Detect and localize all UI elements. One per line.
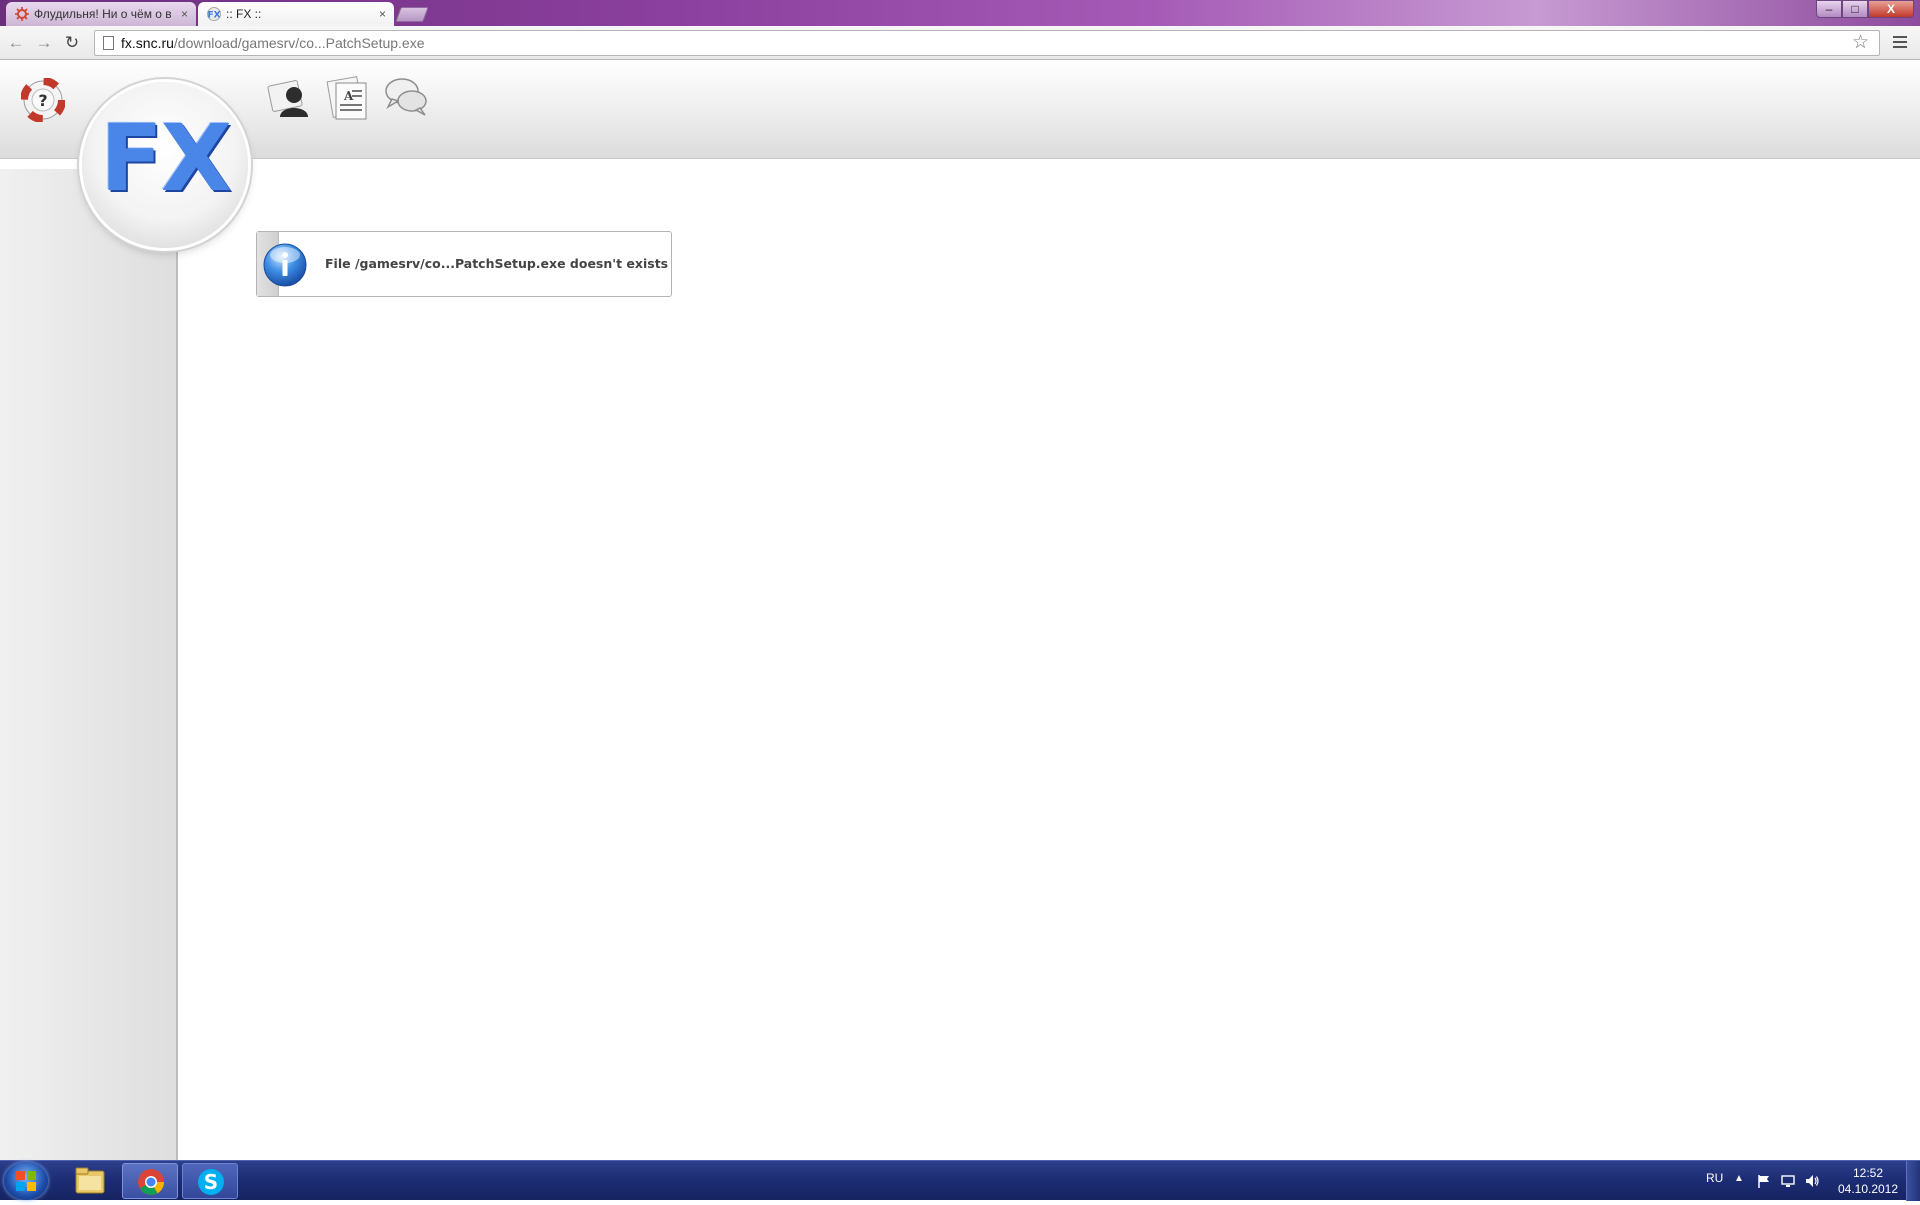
page-icon [103, 36, 114, 50]
browser-titlebar: Флудильня! Ни о чём о в × FX :: FX :: × … [0, 0, 1920, 26]
back-button[interactable]: ← [6, 33, 26, 53]
windows-start-icon[interactable] [4, 1162, 48, 1200]
tray-expand-icon[interactable]: ▲ [1734, 1173, 1750, 1189]
svg-text:S: S [204, 1170, 218, 1194]
minimize-button[interactable]: – [1816, 0, 1842, 18]
maximize-button[interactable]: □ [1842, 0, 1868, 18]
svg-text:?: ? [38, 91, 47, 110]
logo-text: FX [100, 105, 232, 212]
chat-icon[interactable] [382, 73, 430, 121]
address-bar[interactable]: fx.snc.ru/download/gamesrv/co...PatchSet… [94, 30, 1880, 56]
skype-icon[interactable]: S [182, 1163, 238, 1199]
gear-favicon-icon [15, 7, 29, 21]
error-message-box: File /gamesrv/co...PatchSetup.exe doesn'… [256, 231, 672, 297]
tab-close-icon[interactable]: × [181, 2, 188, 26]
error-message-text: File /gamesrv/co...PatchSetup.exe doesn'… [325, 256, 669, 271]
url-text[interactable]: fx.snc.ru/download/gamesrv/co...PatchSet… [121, 31, 425, 55]
network-icon[interactable] [1780, 1173, 1796, 1189]
tab-close-icon[interactable]: × [379, 2, 386, 26]
fx-favicon-icon: FX [207, 7, 221, 21]
info-icon [263, 243, 307, 287]
explorer-icon[interactable] [62, 1163, 118, 1199]
browser-toolbar: ← → ↻ fx.snc.ru/download/gamesrv/co...Pa… [0, 26, 1920, 60]
profile-icon[interactable] [266, 73, 314, 121]
tab-fx[interactable]: FX :: FX :: × [198, 2, 394, 26]
volume-icon[interactable] [1804, 1173, 1820, 1189]
tab-fludilnya[interactable]: Флудильня! Ни о чём о в × [6, 2, 196, 26]
left-sidebar [0, 169, 178, 1160]
news-icon[interactable]: A [324, 73, 372, 121]
svg-text:FX: FX [207, 11, 220, 21]
system-clock[interactable]: 12:52 04.10.2012 [1832, 1165, 1904, 1197]
new-tab-button[interactable] [395, 7, 429, 22]
tab-title: Флудильня! Ни о чём о в [34, 7, 172, 21]
action-center-flag-icon[interactable] [1756, 1173, 1772, 1189]
help-lifebuoy-icon[interactable]: ? [21, 78, 65, 122]
show-desktop-button[interactable] [1906, 1161, 1920, 1201]
browser-menu-button[interactable] [1890, 33, 1910, 53]
clock-date: 04.10.2012 [1837, 1182, 1899, 1196]
chrome-icon[interactable] [122, 1163, 178, 1199]
page-viewport: ? A FX File /gamesrv/co...PatchSetup.exe… [0, 61, 1920, 1160]
close-window-button[interactable]: X [1868, 0, 1914, 18]
clock-time: 12:52 [1852, 1166, 1884, 1180]
url-path: /download/gamesrv/co...PatchSetup.exe [173, 35, 425, 51]
forward-button[interactable]: → [34, 33, 54, 53]
reload-button[interactable]: ↻ [62, 33, 82, 53]
url-host: fx.snc.ru [121, 35, 174, 51]
bookmark-star-button[interactable]: ☆ [1852, 32, 1869, 54]
fx-logo[interactable]: FX [82, 82, 248, 248]
tab-title: :: FX :: [226, 7, 262, 21]
language-indicator[interactable]: RU [1706, 1171, 1723, 1185]
windows-taskbar: S RU ▲ 12:52 04.10.2012 [0, 1160, 1920, 1201]
